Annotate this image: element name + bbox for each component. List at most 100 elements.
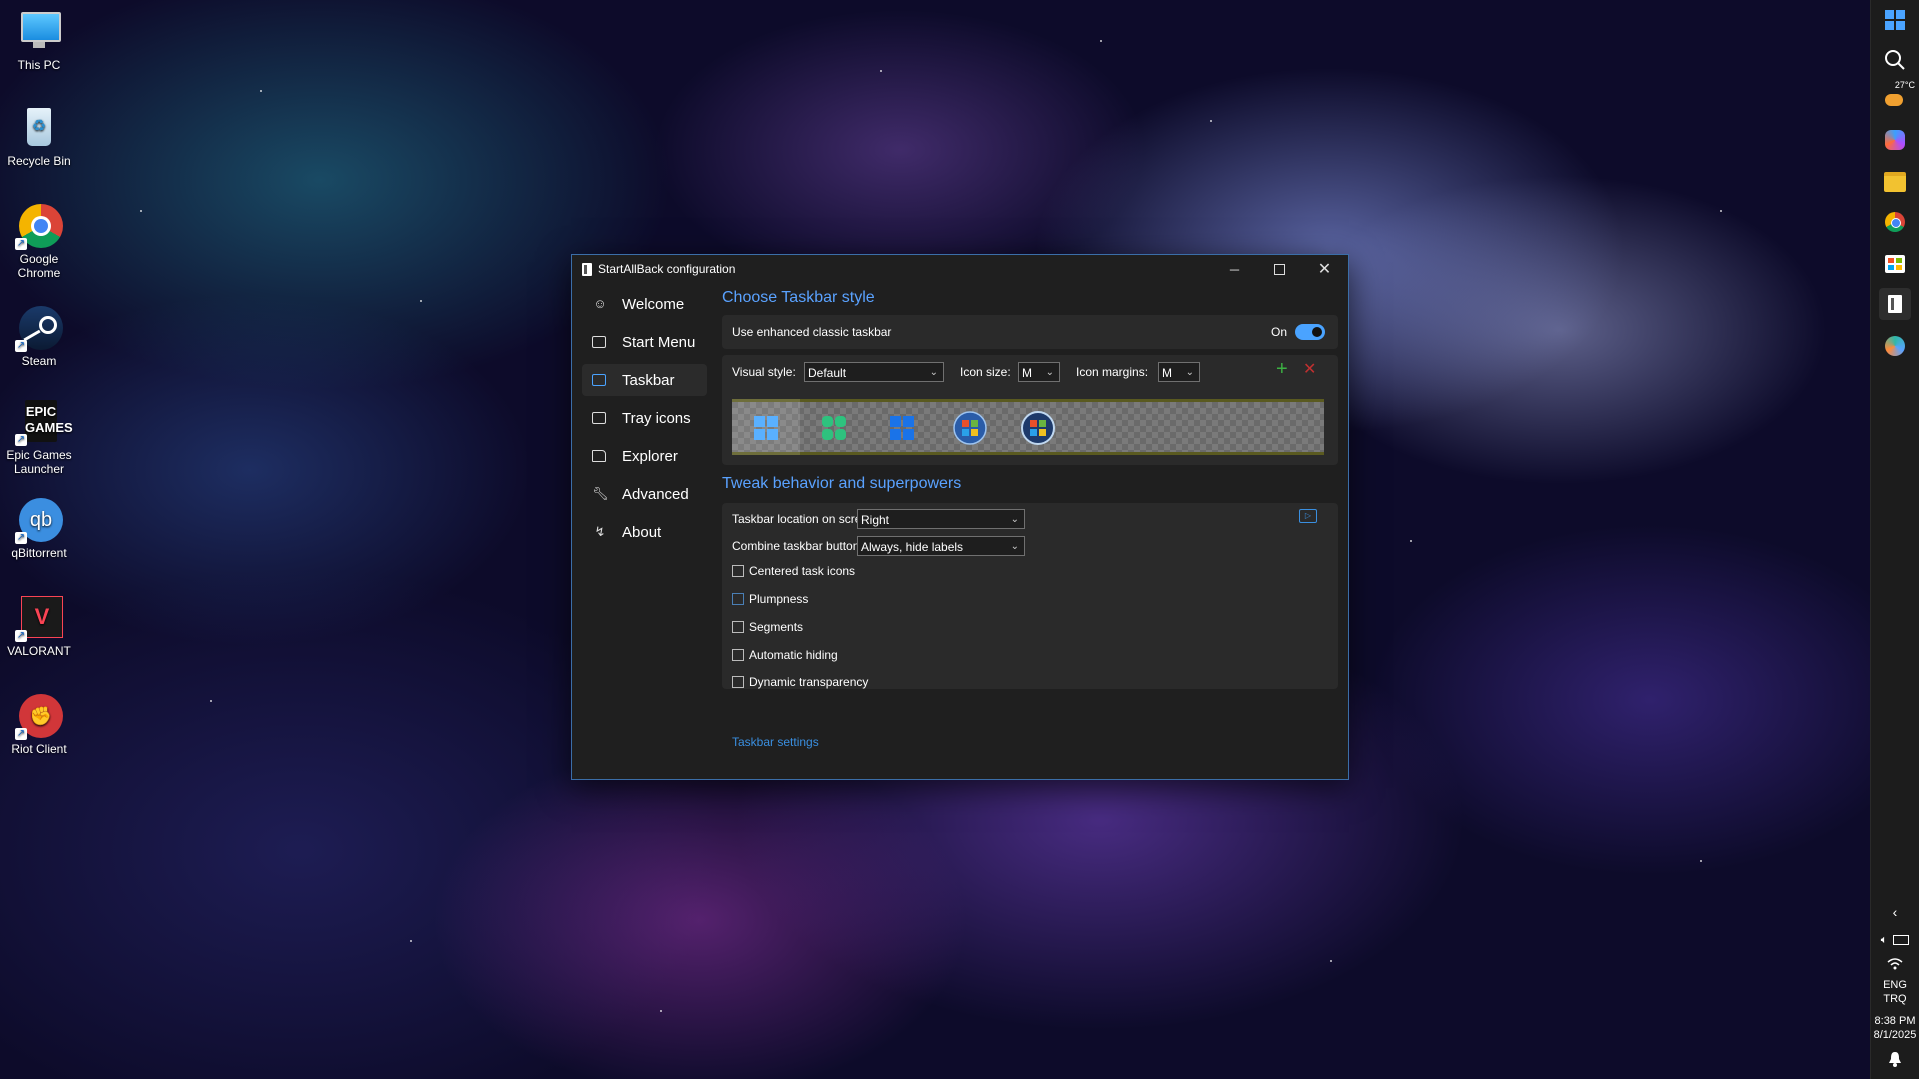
remove-style-button[interactable]: ✕ [1303,361,1316,379]
start-button[interactable] [1879,4,1911,36]
nav-item-taskbar[interactable]: Taskbar [582,364,707,396]
startallback-taskbar-button[interactable] [1879,288,1911,320]
show-hidden-icons-button[interactable]: ‹ [1879,900,1911,924]
minimize-button[interactable]: ─ [1212,255,1257,283]
taskbar-icon [592,374,606,386]
checkbox-box[interactable] [732,593,744,605]
checkbox-plumpness[interactable]: Plumpness [732,590,808,608]
icon-margins-select[interactable]: M ⌄ [1158,362,1200,382]
taskbar-style-preview [732,399,1324,455]
visual-style-card: Visual style: Default ⌄ Icon size: M ⌄ Ico… [722,355,1338,465]
nav-item-start-menu[interactable]: Start Menu [582,326,707,358]
desktop-icon-this-pc[interactable]: This PC [0,10,78,72]
taskbar-location-select[interactable]: Right ⌄ [857,509,1025,529]
wifi-icon [1887,958,1903,970]
valorant-icon: V ↗ [15,596,63,642]
nav-item-label: Advanced [622,485,689,503]
vista-style-icon[interactable] [1020,410,1056,446]
play-icon: ▷ [1304,511,1312,520]
checkbox-centered-task-icons[interactable]: Centered task icons [732,562,855,580]
desktop-icon-recycle-bin[interactable]: ♻ Recycle Bin [0,106,78,168]
nav-item-label: About [622,523,662,541]
main-content: Choose Taskbar style Use enhanced classi… [722,285,1338,749]
checkbox-box[interactable] [732,621,744,633]
app-icon [582,262,592,276]
maximize-icon [1274,263,1285,275]
start-menu-icon [592,336,606,348]
file-explorer-icon [1884,172,1906,192]
checkbox-box[interactable] [732,565,744,577]
icon-margins-label: Icon margins: [1076,365,1149,379]
desktop-icon-label: Recycle Bin [7,154,71,168]
weather-widget[interactable]: 27°C [1879,80,1915,114]
about-icon: ↯ [594,524,606,539]
desktop-icon-qbittorrent[interactable]: qb ↗ qBittorrent [0,498,78,560]
nav-item-about[interactable]: ↯ About [582,516,707,548]
chevron-left-icon: ‹ [1892,904,1898,920]
search-button[interactable] [1879,44,1911,76]
checkbox-box[interactable] [732,649,744,661]
language-indicator[interactable]: ENG TRQ [1871,978,1919,1006]
desktop-icon-riot-client[interactable]: ✊ ↗ Riot Client [0,694,78,756]
desktop-icon-label: This PC [17,58,61,72]
close-button[interactable]: ✕ [1302,255,1347,283]
chrome-icon [1885,212,1905,232]
clock[interactable]: 8:38 PM 8/1/2025 [1871,1014,1919,1042]
folder-icon [592,450,606,462]
plus-style-icon[interactable] [816,410,852,446]
desktop-icon-valorant[interactable]: V ↗ VALORANT [0,596,78,658]
nav-item-label: Welcome [622,295,685,313]
nav-item-label: Taskbar [622,371,675,389]
checkbox-dynamic-transparency[interactable]: Dynamic transparency [732,673,868,691]
windows10-style-icon[interactable] [884,410,920,446]
enhanced-taskbar-toggle[interactable] [1295,324,1325,340]
checkbox-box[interactable] [732,676,744,688]
chevron-down-icon: ⌄ [1010,514,1019,525]
nav-item-label: Explorer [622,447,678,465]
desktop-icon-label: qBittorrent [11,546,67,560]
desktop-icon-label: Epic Games Launcher [6,448,72,476]
chevron-down-icon: ⌄ [1185,367,1194,378]
combine-buttons-select[interactable]: Always, hide labels ⌄ [857,536,1025,556]
section-title-taskbar-style: Choose Taskbar style [722,289,875,306]
close-icon: ✕ [1317,261,1332,278]
taskbar-settings-link[interactable]: Taskbar settings [732,735,819,749]
nav-item-label: Tray icons [622,409,691,427]
desktop-icon-steam[interactable]: ↗ Steam [0,306,78,368]
checkbox-automatic-hiding[interactable]: Automatic hiding [732,646,838,664]
nav-item-welcome[interactable]: ☺ Welcome [582,288,707,320]
volume-battery-button[interactable]: 🔈︎ [1879,928,1911,952]
section-title-tweak-behavior: Tweak behavior and superpowers [722,475,962,492]
copilot-button[interactable] [1879,124,1911,156]
search-icon [1885,50,1905,70]
store-button[interactable] [1879,248,1911,280]
checkbox-segments[interactable]: Segments [732,618,803,636]
weather-temp: 27°C [1894,80,1915,90]
nav-item-tray-icons[interactable]: Tray icons [582,402,707,434]
desktop-icon-epic-games[interactable]: EPIC GAMES ↗ Epic Games Launcher [0,400,78,476]
desktop-icon-google-chrome[interactable]: ↗ Google Chrome [0,204,78,280]
maximize-button[interactable] [1257,255,1302,283]
desktop-icon-label: Google Chrome [17,252,61,280]
windows7-style-icon[interactable] [952,410,988,446]
browser-taskbar-button[interactable] [1879,330,1911,362]
minimize-icon: ─ [1229,261,1240,277]
behavior-card: Taskbar location on screen: Right ⌄ ▷ Com… [722,503,1338,689]
qbittorrent-icon: qb ↗ [15,498,63,544]
chrome-taskbar-button[interactable] [1879,206,1911,238]
chevron-down-icon: ⌄ [929,367,938,378]
smile-icon: ☺ [593,296,607,311]
file-explorer-button[interactable] [1879,166,1911,198]
icon-size-select[interactable]: M ⌄ [1018,362,1060,382]
chevron-down-icon: ⌄ [1045,367,1054,378]
notifications-button[interactable] [1879,1046,1911,1072]
nav-item-explorer[interactable]: Explorer [582,440,707,472]
recycle-bin-icon: ♻ [17,106,61,150]
wifi-button[interactable] [1879,952,1911,976]
nav-item-advanced[interactable]: 🔧︎ Advanced [582,478,707,510]
add-style-button[interactable]: + [1276,359,1288,379]
windows11-style-icon[interactable] [748,410,784,446]
video-preview-button[interactable]: ▷ [1299,509,1317,523]
visual-style-select[interactable]: Default ⌄ [804,362,944,382]
store-icon [1885,255,1905,273]
